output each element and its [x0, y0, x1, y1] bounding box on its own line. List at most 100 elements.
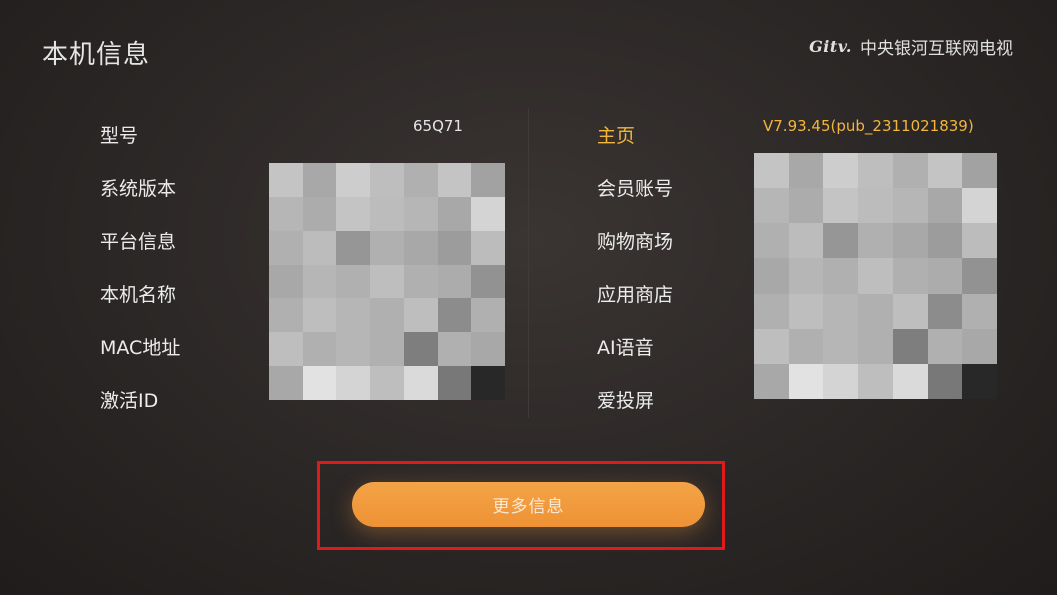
- mosaic-cell: [302, 230, 337, 265]
- mosaic-cell: [437, 298, 472, 333]
- mosaic-cell: [788, 258, 824, 294]
- mosaic-cell: [370, 196, 404, 231]
- mosaic-cell: [823, 188, 859, 224]
- mosaic-cell: [336, 298, 371, 333]
- mosaic-cell: [269, 196, 303, 231]
- mosaic-cell: [962, 188, 997, 224]
- page-title: 本机信息: [42, 40, 151, 70]
- info-label: 型号: [100, 125, 139, 147]
- info-item-shopping-mall[interactable]: 购物商场: [597, 214, 673, 267]
- mosaic-cell: [437, 366, 472, 400]
- mosaic-cell: [892, 223, 928, 259]
- mosaic-cell: [892, 293, 928, 329]
- mosaic-cell: [927, 223, 963, 259]
- mosaic-cell: [927, 363, 963, 399]
- mosaic-cell: [471, 230, 505, 265]
- mosaic-cell: [302, 196, 337, 231]
- mosaic-cell: [858, 328, 893, 364]
- info-item-member-account[interactable]: 会员账号: [597, 161, 673, 214]
- brand: Gitv. 中央银河互联网电视: [809, 34, 1013, 59]
- info-label: 本机名称: [100, 284, 177, 306]
- mosaic-cell: [336, 196, 371, 231]
- info-item-device-name[interactable]: 本机名称: [100, 267, 180, 320]
- mosaic-cell: [403, 163, 438, 197]
- mosaic-cell: [927, 328, 963, 364]
- mosaic-cell: [269, 332, 303, 367]
- info-label: 平台信息: [100, 231, 177, 253]
- mosaic-cell: [823, 328, 859, 364]
- info-item-screen-cast[interactable]: 爱投屏: [597, 373, 673, 426]
- mosaic-cell: [858, 363, 893, 399]
- mosaic-cell: [927, 293, 963, 329]
- left-info-list: 型号 系统版本 平台信息 本机名称 MAC地址 激活ID: [100, 108, 180, 426]
- mosaic-cell: [336, 230, 371, 265]
- mosaic-cell: [892, 188, 928, 224]
- mosaic-cell: [302, 264, 337, 299]
- mosaic-cell: [370, 264, 404, 299]
- mosaic-cell: [858, 188, 893, 224]
- mosaic-cell: [269, 163, 303, 197]
- mosaic-cell: [269, 264, 303, 299]
- more-info-button[interactable]: 更多信息: [352, 482, 705, 527]
- info-item-platform[interactable]: 平台信息: [100, 214, 180, 267]
- mosaic-cell: [788, 223, 824, 259]
- mosaic-cell: [892, 363, 928, 399]
- info-label: 爱投屏: [597, 390, 655, 412]
- mosaic-cell: [788, 153, 824, 189]
- mosaic-cell: [471, 196, 505, 231]
- mosaic-cell: [962, 153, 997, 189]
- mosaic-cell: [336, 332, 371, 367]
- mosaic-cell: [788, 363, 824, 399]
- mosaic-cell: [754, 363, 789, 399]
- info-item-home[interactable]: 主页: [597, 108, 673, 161]
- mosaic-cell: [471, 298, 505, 333]
- mosaic-cell: [962, 223, 997, 259]
- redacted-values-mosaic: [754, 153, 997, 399]
- mosaic-cell: [754, 258, 789, 294]
- mosaic-cell: [788, 293, 824, 329]
- mosaic-cell: [437, 332, 472, 367]
- mosaic-cell: [403, 298, 438, 333]
- mosaic-cell: [892, 328, 928, 364]
- mosaic-cell: [302, 332, 337, 367]
- mosaic-cell: [858, 258, 893, 294]
- mosaic-cell: [754, 188, 789, 224]
- mosaic-cell: [823, 223, 859, 259]
- info-item-model[interactable]: 型号: [100, 108, 180, 161]
- mosaic-cell: [823, 293, 859, 329]
- mosaic-cell: [471, 163, 505, 197]
- column-divider: [528, 108, 529, 418]
- mosaic-cell: [403, 196, 438, 231]
- mosaic-cell: [927, 188, 963, 224]
- mosaic-cell: [754, 153, 789, 189]
- mosaic-cell: [858, 223, 893, 259]
- info-item-ai-voice[interactable]: AI语音: [597, 320, 673, 373]
- info-label: 购物商场: [597, 231, 674, 253]
- mosaic-cell: [788, 328, 824, 364]
- mosaic-cell: [403, 230, 438, 265]
- mosaic-cell: [370, 163, 404, 197]
- info-label: 系统版本: [100, 178, 177, 200]
- mosaic-cell: [370, 366, 404, 400]
- model-value: 65Q71: [413, 117, 463, 135]
- info-label: 会员账号: [597, 178, 674, 200]
- mosaic-cell: [962, 293, 997, 329]
- info-label: 激活ID: [100, 390, 159, 412]
- mosaic-cell: [370, 332, 404, 367]
- info-label: MAC地址: [100, 337, 181, 359]
- mosaic-cell: [823, 363, 859, 399]
- gitv-logo: Gitv.: [809, 37, 852, 56]
- info-item-app-store[interactable]: 应用商店: [597, 267, 673, 320]
- mosaic-cell: [269, 366, 303, 400]
- mosaic-cell: [962, 363, 997, 399]
- mosaic-cell: [437, 196, 472, 231]
- mosaic-cell: [927, 153, 963, 189]
- info-item-mac-address[interactable]: MAC地址: [100, 320, 180, 373]
- mosaic-cell: [269, 230, 303, 265]
- mosaic-cell: [892, 153, 928, 189]
- mosaic-cell: [370, 230, 404, 265]
- info-item-activation-id[interactable]: 激活ID: [100, 373, 180, 426]
- mosaic-cell: [336, 366, 371, 400]
- info-label: 应用商店: [597, 284, 674, 306]
- info-item-system-version[interactable]: 系统版本: [100, 161, 180, 214]
